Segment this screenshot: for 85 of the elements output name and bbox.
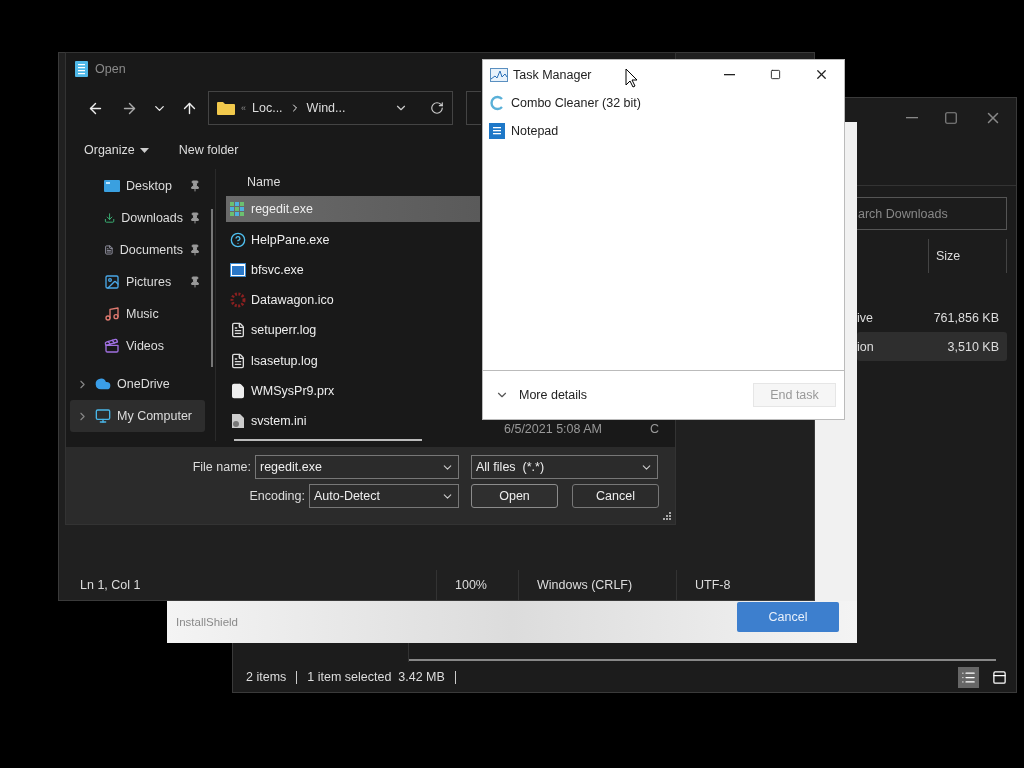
folder-icon [217, 101, 235, 115]
file-size: 761,856 KB [933, 310, 999, 325]
help-icon [230, 231, 246, 248]
file-size: 3,510 KB [947, 339, 999, 354]
nav-item[interactable]: OneDrive [70, 368, 205, 400]
resize-grip-icon[interactable] [663, 512, 671, 520]
c-ring-icon [489, 95, 505, 111]
music-icon [104, 306, 120, 322]
cancel-button[interactable]: Cancel [737, 602, 839, 632]
nav-item[interactable]: Pictures [70, 266, 205, 298]
cloud-icon [95, 376, 111, 392]
breadcrumb[interactable]: Wind... [306, 101, 346, 115]
status-text: UTF-8 [676, 570, 814, 600]
list-icon [961, 669, 976, 685]
cursor-icon [625, 68, 638, 88]
cancel-button[interactable]: Cancel [572, 484, 659, 508]
file-item[interactable]: Datawagon.ico [226, 287, 480, 314]
maximize-icon [769, 69, 781, 80]
file-type-dropdown[interactable]: All files (*.*) [471, 455, 658, 479]
file-name: ive [857, 310, 873, 325]
minimize-icon [723, 73, 735, 76]
file-item[interactable]: WMSysPr9.prx [226, 377, 480, 404]
nav-item[interactable]: My Computer [70, 400, 205, 432]
download-icon [104, 210, 116, 226]
panel-icon [992, 669, 1007, 685]
app-item[interactable]: Notepad [483, 117, 844, 145]
caret-icon [139, 147, 149, 153]
notepad-icon [75, 61, 88, 77]
desktop-icon [104, 179, 120, 193]
registry-icon [230, 201, 246, 218]
status-text: 1 item selected 3.42 MB [307, 670, 445, 684]
more-details-button[interactable]: More details [495, 388, 588, 402]
picture-icon [104, 274, 120, 290]
monitor-icon [95, 408, 111, 424]
file-row[interactable]: ion 3,510 KB [857, 332, 1007, 361]
field-label: File name: [191, 460, 252, 474]
video-icon [104, 338, 120, 354]
column-header[interactable]: Size [936, 249, 961, 263]
status-text: 100% [436, 570, 518, 600]
encoding-dropdown[interactable]: Auto-Detect [309, 484, 459, 508]
window-icon [230, 262, 246, 277]
text-file-icon [230, 322, 246, 339]
file-item[interactable]: lsasetup.log [226, 347, 480, 374]
status-text: 2 items [246, 670, 287, 684]
app-item[interactable]: Combo Cleaner (32 bit) [483, 89, 844, 117]
nav-item[interactable]: Documents [70, 234, 205, 266]
settings-file-icon [230, 413, 246, 429]
notepad-icon [489, 123, 505, 139]
maximize-icon[interactable] [944, 111, 958, 125]
field-label: Encoding: [248, 489, 306, 503]
file-item[interactable]: regedit.exe [226, 196, 480, 223]
status-text: Windows (CRLF) [518, 570, 676, 600]
nav-item[interactable]: Desktop [70, 170, 205, 202]
file-item[interactable]: HelpPane.exe [226, 226, 480, 253]
file-type: C [650, 423, 661, 437]
organize-menu[interactable]: Organize [84, 143, 149, 157]
document-icon [104, 242, 114, 258]
file-icon [230, 382, 246, 399]
text-file-icon [230, 352, 246, 369]
dialog-title: Open [95, 62, 126, 76]
open-button[interactable]: Open [471, 484, 558, 508]
details-view-button[interactable] [958, 666, 979, 688]
search-field[interactable]: arch Downloads [857, 197, 1007, 230]
file-name: ion [857, 339, 874, 354]
file-item[interactable]: bfsvc.exe [226, 256, 480, 283]
new-folder-button[interactable]: New folder [178, 143, 239, 157]
chart-icon [490, 67, 508, 82]
status-text: Ln 1, Col 1 [79, 577, 142, 594]
search-field[interactable] [466, 91, 481, 125]
nav-item[interactable]: Music [70, 298, 205, 330]
file-date: 6/5/2021 5:08 AM [503, 423, 603, 437]
file-name-field[interactable]: regedit.exe [255, 455, 459, 479]
column-header[interactable]: Name [247, 174, 281, 189]
brand-label: InstallShield [176, 616, 238, 628]
minimize-icon[interactable] [906, 117, 918, 119]
breadcrumb[interactable]: Loc... [252, 101, 283, 115]
nav-item[interactable]: Videos [70, 330, 205, 362]
file-row[interactable]: ive 761,856 KB [857, 303, 1007, 332]
address-bar[interactable]: « Loc... Wind... [208, 91, 453, 125]
nav-item[interactable]: Downloads [70, 202, 205, 234]
file-item[interactable]: setuperr.log [226, 317, 480, 344]
refresh-icon[interactable] [430, 101, 444, 115]
file-item[interactable]: svstem.ini [226, 408, 480, 434]
window-title: Task Manager [513, 67, 592, 82]
scrollbar[interactable] [409, 659, 996, 661]
